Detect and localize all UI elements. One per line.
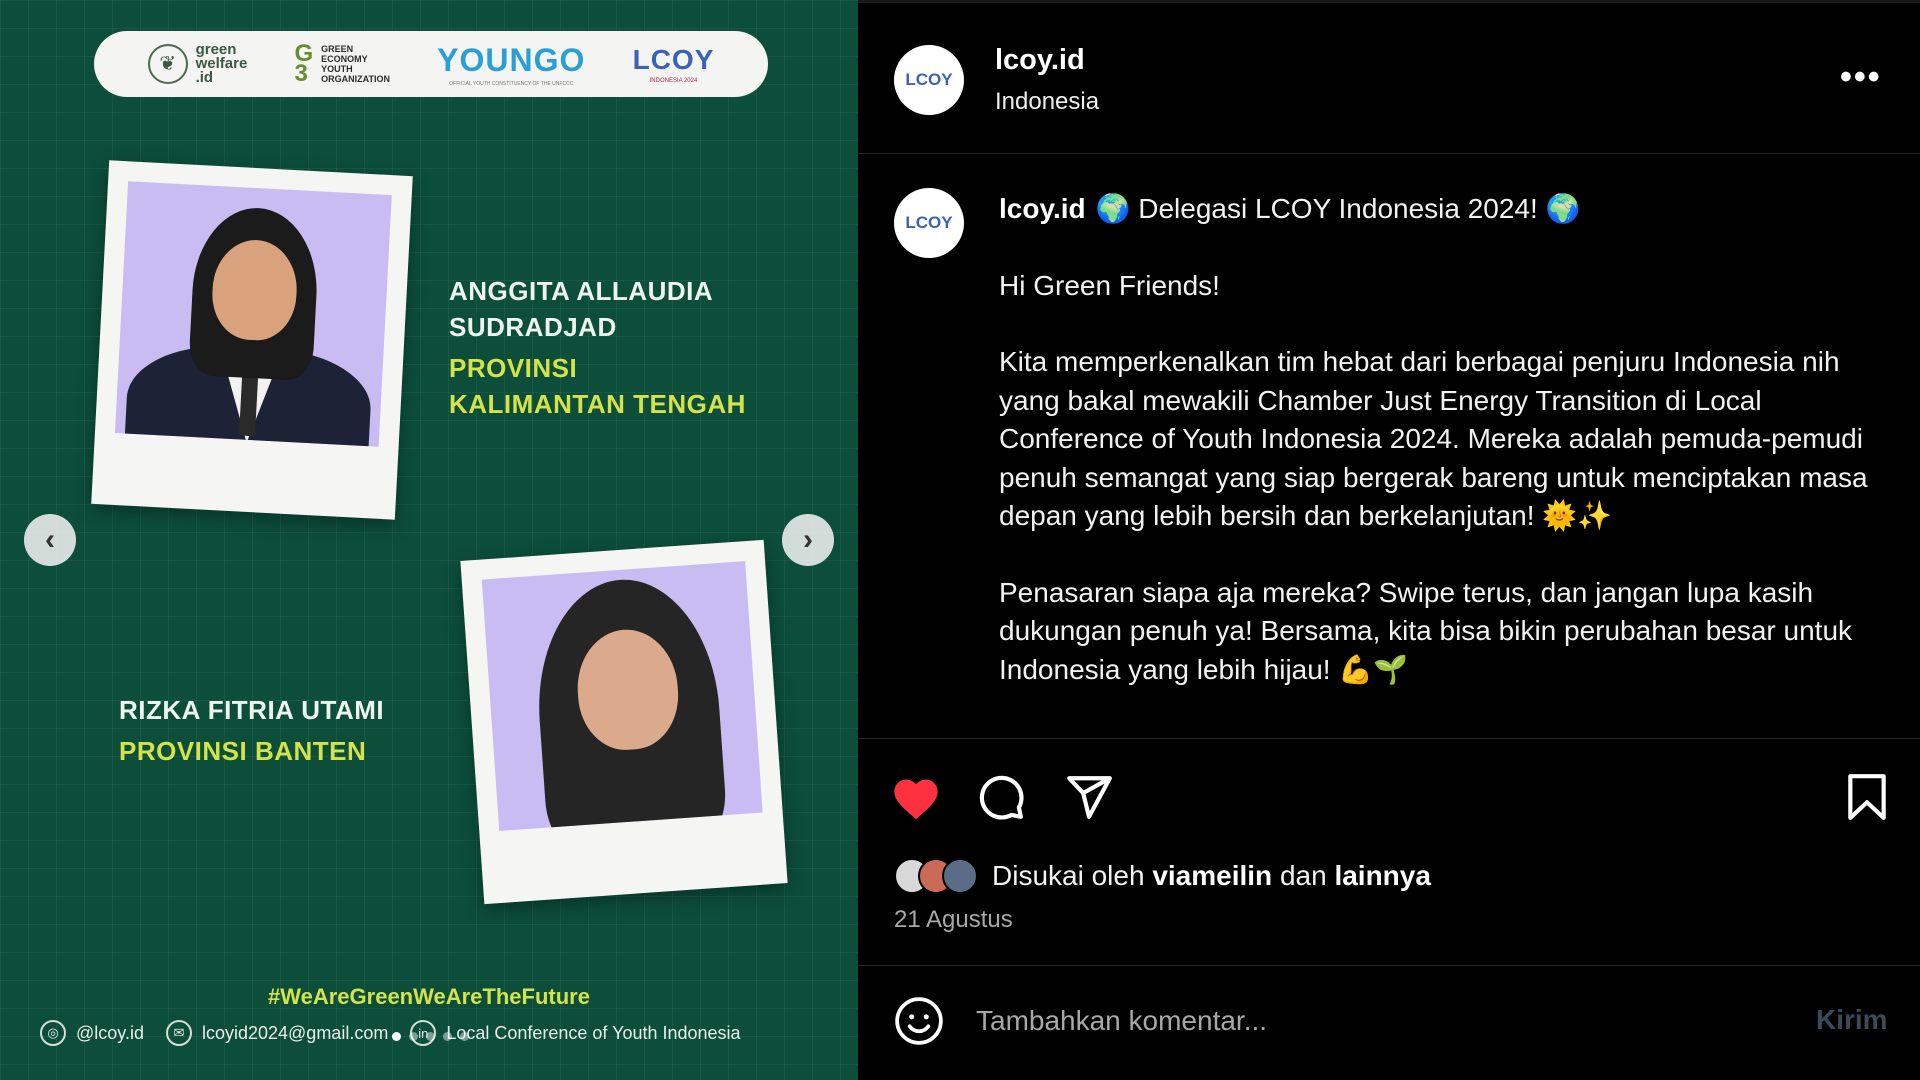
instagram-icon: ◎: [40, 1020, 66, 1046]
carousel-slide: ❦ green welfare .id G 3 GREEN ECONOMY YO…: [0, 0, 858, 1080]
caption-greeting: Hi Green Friends!: [999, 269, 1220, 301]
share-button[interactable]: [1064, 772, 1114, 827]
post-side-panel: LCOY lcoy.id Indonesia ••• LCOY lcoy.id 🌍…: [858, 0, 1920, 1080]
likes-joiner: dan: [1279, 860, 1327, 891]
delegate-2-name: RIZKA FITRIA UTAMI: [119, 695, 385, 725]
liker-username-link[interactable]: viameilin: [1152, 860, 1272, 891]
portrait-photo-1: [114, 181, 392, 447]
more-options-icon[interactable]: •••: [1840, 58, 1882, 97]
logo-green-economy: G 3 GREEN ECONOMY YOUTH ORGANIZATION: [294, 40, 390, 87]
carousel-next-button[interactable]: ›: [782, 514, 834, 566]
logo-lcoy-text: LCOY: [632, 44, 715, 75]
bookmark-icon: [1848, 774, 1886, 820]
logo-lcoy-sub: INDONESIA 2024: [649, 78, 698, 84]
caption-paragraph-2: Penasaran siapa aja mereka? Swipe terus,…: [999, 576, 1853, 685]
liker-avatar[interactable]: [942, 858, 978, 894]
portrait-photo-2: [481, 561, 763, 831]
footer-instagram-handle: @lcoy.id: [76, 1022, 144, 1043]
account-avatar-text: LCOY: [905, 70, 953, 89]
logo-green-welfare-text: green welfare .id: [195, 41, 248, 86]
carousel-pagination-dots: [392, 1032, 469, 1041]
likes-prefix: Disukai oleh: [992, 860, 1145, 891]
likes-others-link[interactable]: lainnya: [1334, 860, 1430, 891]
logo-green-economy-text: GREEN ECONOMY YOUTH ORGANIZATION: [321, 44, 390, 84]
post-header: LCOY lcoy.id Indonesia •••: [858, 0, 1920, 154]
logo-youngo-sub: OFFICIAL YOUTH CONSTITUENCY OF THE UNFCC…: [449, 80, 574, 87]
comment-button[interactable]: [976, 772, 1026, 827]
carousel-prev-button[interactable]: ‹: [24, 514, 76, 566]
footer-email-address: lcoyid2024@gmail.com: [201, 1022, 389, 1043]
delegate-2-province: PROVINSI BANTEN: [119, 736, 367, 766]
like-button[interactable]: [890, 772, 942, 827]
logo-lcoy: LCOY INDONESIA 2024: [633, 44, 715, 84]
slide-hashtag: #WeAreGreenWeAreTheFuture: [268, 984, 590, 1009]
post-caption: lcoy.id 🌍 Delegasi LCOY Indonesia 2024! 🌍…: [999, 190, 1879, 689]
logo-green-welfare: ❦ green welfare .id: [147, 41, 248, 86]
caption-paragraph-1: Kita memperkenalkan tim hebat dari berba…: [999, 346, 1868, 531]
emoji-smiley-icon[interactable]: [894, 996, 944, 1046]
caption-avatar[interactable]: LCOY: [894, 188, 964, 258]
caption-username-link[interactable]: lcoy.id: [999, 193, 1086, 224]
comment-input[interactable]: [976, 996, 1776, 1046]
carousel-dot[interactable]: [392, 1032, 401, 1041]
carousel-dot[interactable]: [443, 1032, 452, 1041]
slide-footer-contacts: ◎ @lcoy.id ✉ lcoyid2024@gmail.com in Loc…: [40, 1020, 741, 1046]
comment-bubble-icon: [979, 775, 1024, 820]
delegate-1-name: ANGGITA ALLAUDIA SUDRADJAD: [449, 276, 714, 342]
leaf-icon: ❦: [147, 44, 188, 84]
delegate-1-province: PROVINSI KALIMANTAN TENGAH: [449, 353, 746, 419]
likes-text[interactable]: Disukai oleh viameilin dan lainnya: [992, 860, 1431, 892]
logo-youngo: YOUNGO OFFICIAL YOUTH CONSTITUENCY OF TH…: [437, 42, 585, 87]
account-avatar[interactable]: LCOY: [894, 45, 964, 115]
logo-youngo-text: YOUNGO: [437, 41, 586, 78]
footer-email: ✉ lcoyid2024@gmail.com: [165, 1020, 389, 1046]
likes-summary: Disukai oleh viameilin dan lainnya: [894, 858, 1431, 894]
save-button[interactable]: [1844, 772, 1890, 827]
chevron-left-icon: ‹: [45, 523, 55, 556]
account-name-link[interactable]: lcoy.id: [995, 44, 1085, 77]
polaroid-photo-1: [91, 160, 413, 520]
post-comment-button[interactable]: Kirim: [1816, 1004, 1888, 1036]
post-date[interactable]: 21 Agustus: [894, 906, 1013, 934]
add-comment-row: Kirim: [858, 966, 1920, 1080]
mail-icon: ✉: [165, 1020, 192, 1046]
caption-title: 🌍 Delegasi LCOY Indonesia 2024! 🌍: [1095, 193, 1581, 224]
post-location-link[interactable]: Indonesia: [995, 88, 1099, 116]
polaroid-photo-2: [460, 539, 788, 905]
caption-avatar-text: LCOY: [905, 213, 953, 232]
logo-green-economy-mark: G 3: [294, 40, 314, 87]
footer-linkedin-name: Local Conference of Youth Indonesia: [446, 1022, 741, 1043]
heart-filled-icon: [894, 779, 938, 820]
carousel-dot[interactable]: [426, 1032, 435, 1041]
partner-logo-bar: ❦ green welfare .id G 3 GREEN ECONOMY YO…: [94, 31, 768, 97]
send-paper-plane-icon: [1067, 776, 1112, 819]
footer-instagram: ◎ @lcoy.id: [40, 1020, 144, 1046]
carousel-dot[interactable]: [409, 1032, 418, 1041]
carousel-dot[interactable]: [460, 1032, 469, 1041]
chevron-right-icon: ›: [803, 523, 813, 556]
instagram-post-viewer: ❦ green welfare .id G 3 GREEN ECONOMY YO…: [0, 0, 1920, 1080]
